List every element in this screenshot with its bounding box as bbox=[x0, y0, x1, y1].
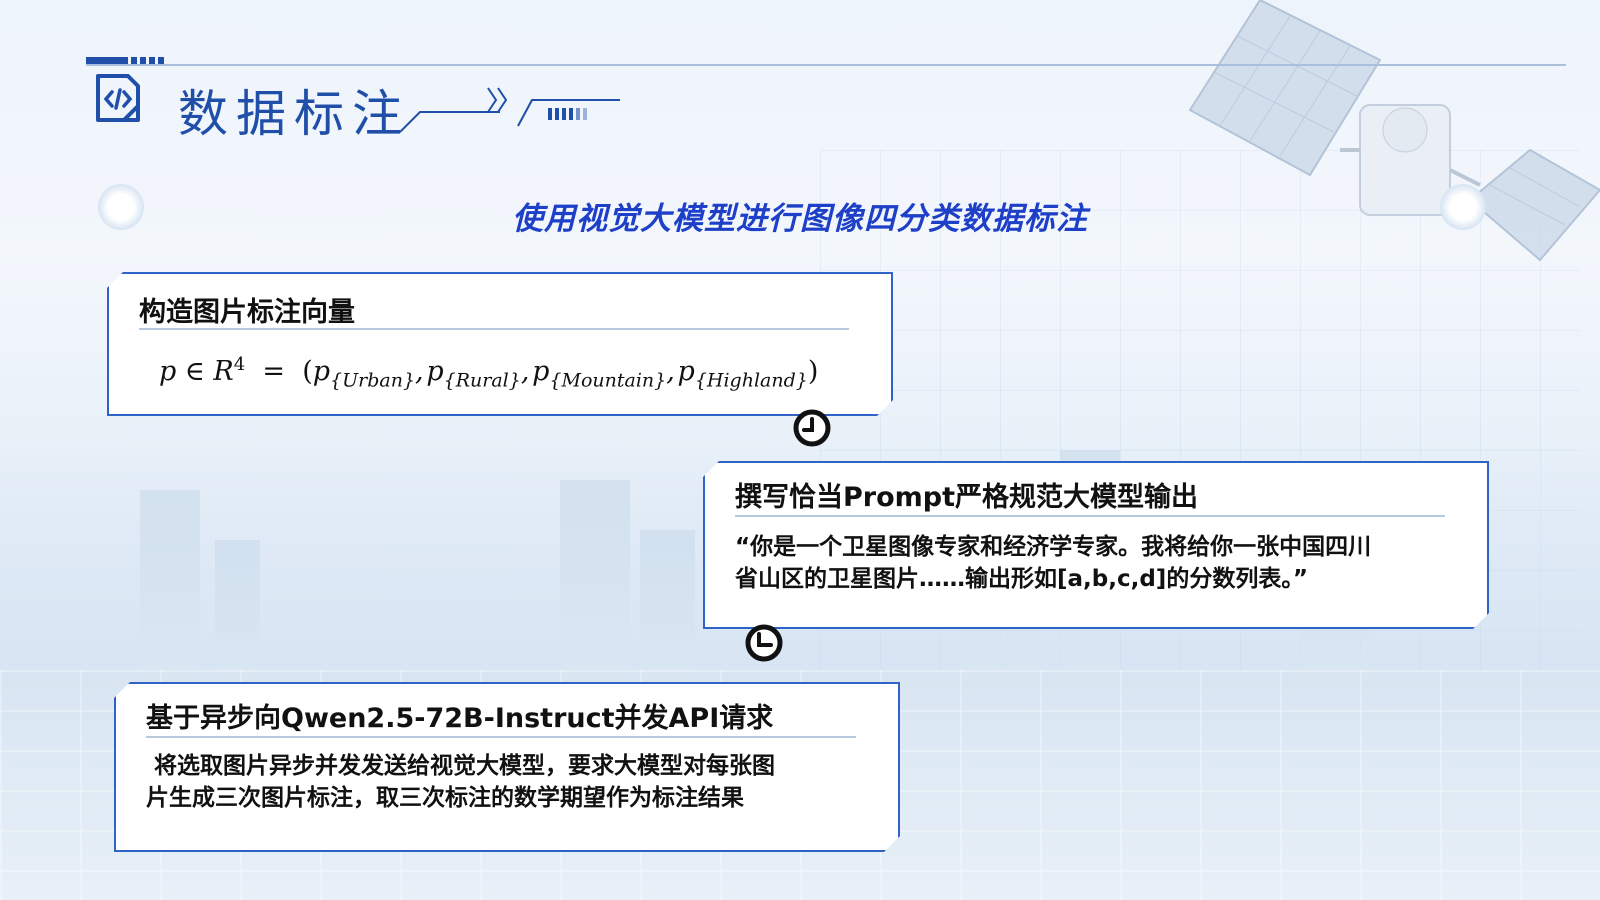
card-body: 将选取图片异步并发发送给视觉大模型，要求大模型对每张图 片生成三次图片标注，取三… bbox=[146, 753, 775, 811]
card-divider bbox=[139, 328, 849, 330]
title-decoration bbox=[400, 87, 620, 133]
card-divider bbox=[735, 515, 1445, 517]
card-body: “你是一个卫星图像专家和经济学专家。我将给你一张中国四川 省山区的卫星图片……输… bbox=[735, 534, 1372, 592]
header-divider bbox=[86, 64, 1566, 66]
card-title: 基于异步向Qwen2.5-72B-Instruct并发API请求 bbox=[146, 703, 774, 734]
step-card-3: 基于异步向Qwen2.5-72B-Instruct并发API请求 将选取图片异步… bbox=[114, 682, 900, 852]
card-title: 构造图片标注向量 bbox=[139, 297, 355, 328]
slide-subtitle: 使用视觉大模型进行图像四分类数据标注 bbox=[512, 201, 1088, 237]
code-document-icon bbox=[96, 74, 140, 122]
step-card-1: 构造图片标注向量 p ∈ R4 = (p{Urban}, p{Rural}, p… bbox=[107, 272, 893, 416]
page-title: 数据标注 bbox=[178, 85, 410, 143]
satellite-illustration bbox=[1188, 0, 1600, 262]
card-divider bbox=[146, 736, 856, 738]
annotation-vector-formula: p ∈ R4 = (p{Urban}, p{Rural}, p{Mountain… bbox=[159, 354, 819, 392]
clock-icon bbox=[745, 624, 783, 662]
step-card-2: 撰写恰当Prompt严格规范大模型输出 “你是一个卫星图像专家和经济学专家。我将… bbox=[703, 461, 1489, 629]
clock-icon bbox=[793, 409, 831, 447]
card-title: 撰写恰当Prompt严格规范大模型输出 bbox=[735, 482, 1199, 513]
